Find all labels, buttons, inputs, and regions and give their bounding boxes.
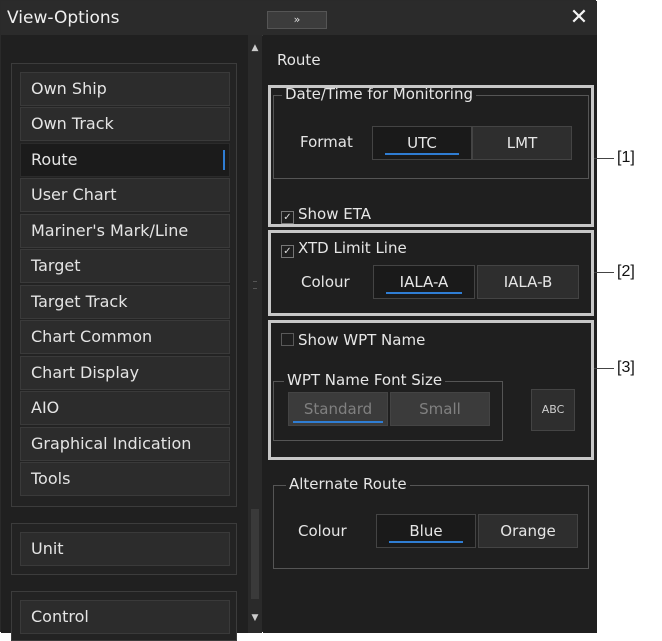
callout-box-3 [268, 320, 594, 460]
sidebar-item-aio[interactable]: AIO [20, 391, 230, 425]
scroll-up-icon[interactable]: ▲ [248, 43, 262, 55]
sidebar-item-chart-common[interactable]: Chart Common [20, 320, 230, 354]
sidebar-item-mariners-mark-line[interactable]: Mariner's Mark/Line [20, 214, 230, 248]
category-scrollbar[interactable]: ▲ ▼ [248, 35, 262, 633]
callout-label-1: [1] [617, 149, 635, 166]
scrollbar-grip [253, 281, 257, 289]
category-list: Own Ship Own Track Route User Chart Mari… [11, 63, 237, 507]
scrollbar-thumb[interactable] [251, 509, 259, 599]
window-title: View-Options [7, 8, 120, 28]
category-pane: Own Ship Own Track Route User Chart Mari… [1, 35, 248, 641]
callout-leader-1 [594, 158, 614, 159]
alternate-orange-button[interactable]: Orange [478, 514, 578, 548]
scroll-down-icon[interactable]: ▼ [248, 613, 262, 625]
callout-leader-2 [594, 272, 614, 273]
callout-box-2 [268, 230, 594, 316]
sidebar-item-graphical-indication[interactable]: Graphical Indication [20, 427, 230, 461]
unit-group: Unit [11, 523, 237, 575]
alternate-route-group: Alternate Route Colour Blue Orange [273, 475, 589, 569]
alternate-colour-label: Colour [298, 522, 347, 540]
sidebar-item-user-chart[interactable]: User Chart [20, 178, 230, 212]
sidebar-item-target[interactable]: Target [20, 249, 230, 283]
sidebar-item-own-track[interactable]: Own Track [20, 107, 230, 141]
close-icon[interactable]: ✕ [567, 7, 591, 31]
title-bar: View-Options » ✕ [1, 1, 597, 36]
sidebar-item-control[interactable]: Control [20, 600, 230, 634]
collapse-button[interactable]: » [267, 11, 327, 29]
callout-box-1 [268, 85, 594, 227]
alternate-blue-button[interactable]: Blue [376, 514, 476, 548]
callout-label-2: [2] [617, 263, 635, 280]
sidebar-item-tools[interactable]: Tools [20, 462, 230, 496]
callout-leader-3 [594, 368, 614, 369]
alternate-route-legend: Alternate Route [286, 475, 410, 493]
sidebar-item-route[interactable]: Route [20, 143, 230, 177]
sidebar-item-target-track[interactable]: Target Track [20, 285, 230, 319]
sidebar-item-unit[interactable]: Unit [20, 532, 230, 566]
sidebar-item-own-ship[interactable]: Own Ship [20, 72, 230, 106]
sidebar-item-chart-display[interactable]: Chart Display [20, 356, 230, 390]
callout-label-3: [3] [617, 359, 635, 376]
section-title: Route [277, 51, 321, 69]
control-group: Control [11, 591, 237, 641]
